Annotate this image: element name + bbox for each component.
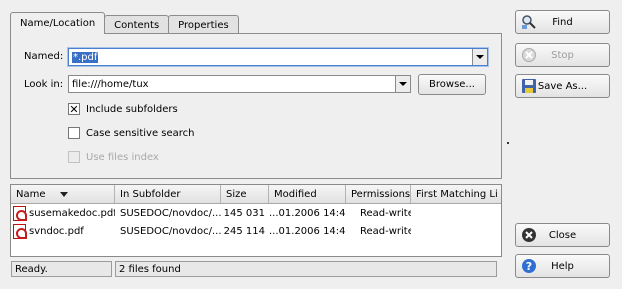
cell-modified: ...01.2006 14:43	[269, 225, 346, 237]
help-button-label: Help	[551, 260, 574, 272]
cell-modified: ...01.2006 14:43	[269, 207, 346, 219]
status-right: 2 files found	[115, 261, 497, 277]
checkbox-checked-icon: ✕	[68, 102, 80, 116]
find-icon	[521, 14, 537, 30]
close-button[interactable]: Close	[515, 223, 610, 247]
cell-folder: SUSEDOC/novdoc/...	[120, 225, 221, 237]
tab-bar: Name/Location Contents Properties	[10, 12, 239, 34]
file-name: susemakedoc.pdf	[29, 207, 115, 219]
tab-contents[interactable]: Contents	[104, 15, 170, 34]
chevron-down-icon	[476, 55, 484, 59]
column-in-subfolder[interactable]: In Subfolder	[115, 185, 221, 203]
file-name: svndoc.pdf	[29, 225, 84, 237]
column-name-label: Name	[16, 188, 46, 200]
save-as-button-label: Save As...	[537, 80, 588, 92]
cell-name: svndoc.pdf	[11, 222, 115, 240]
help-button[interactable]: ? Help	[515, 254, 610, 278]
cell-permissions: Read-write	[360, 225, 411, 237]
close-icon	[521, 227, 537, 243]
results-table[interactable]: Name In Subfolder Size Modified Permissi…	[10, 184, 502, 257]
chevron-down-icon	[399, 82, 407, 86]
named-dropdown-button[interactable]	[472, 49, 487, 65]
case-sensitive-label: Case sensitive search	[86, 127, 195, 139]
cell-folder: SUSEDOC/novdoc/...	[120, 207, 221, 219]
look-in-combobox[interactable]: file:///home/tux	[68, 75, 411, 93]
column-size[interactable]: Size	[221, 185, 269, 203]
use-files-index-label: Use files index	[86, 151, 159, 163]
named-input[interactable]: *.pdf	[69, 51, 472, 63]
save-icon	[521, 78, 537, 94]
column-name[interactable]: Name	[11, 185, 115, 203]
cell-name: susemakedoc.pdf	[11, 204, 115, 222]
browse-button-label: Browse...	[429, 79, 475, 90]
stop-button[interactable]: Stop	[515, 43, 610, 67]
save-as-button[interactable]: Save As...	[515, 74, 610, 98]
column-size-label: Size	[226, 188, 247, 200]
cell-match	[411, 222, 501, 240]
column-first-matching-line-label: First Matching Li	[416, 188, 498, 200]
cell-size: 245 114	[223, 225, 265, 237]
status-left: Ready.	[11, 261, 112, 277]
column-modified[interactable]: Modified	[269, 185, 346, 203]
help-icon: ?	[521, 258, 537, 274]
stop-button-label: Stop	[551, 49, 574, 61]
named-combobox[interactable]: *.pdf	[68, 48, 488, 66]
sort-descending-icon	[59, 191, 68, 197]
pdf-file-icon	[13, 223, 27, 239]
column-permissions-label: Permissions	[351, 188, 411, 200]
close-button-label: Close	[548, 229, 577, 241]
find-button[interactable]: Find	[515, 10, 610, 34]
cell-permissions: Read-write	[360, 207, 411, 219]
named-value: *.pdf	[72, 51, 99, 63]
find-button-label: Find	[552, 16, 573, 28]
look-in-input[interactable]: file:///home/tux	[69, 79, 395, 90]
named-label: Named:	[24, 51, 64, 62]
cell-size: 145 031	[223, 207, 265, 219]
browse-button[interactable]: Browse...	[418, 74, 486, 95]
column-permissions[interactable]: Permissions	[346, 185, 411, 203]
checkbox-disabled-icon	[68, 151, 80, 163]
case-sensitive-checkbox[interactable]: Case sensitive search	[68, 127, 195, 139]
column-in-subfolder-label: In Subfolder	[120, 188, 181, 200]
svg-text:?: ?	[526, 260, 532, 273]
include-subfolders-label: Include subfolders	[86, 103, 178, 115]
table-row[interactable]: svndoc.pdf SUSEDOC/novdoc/... 245 114 ..…	[11, 222, 501, 240]
pdf-file-icon	[13, 205, 27, 221]
tab-name-location[interactable]: Name/Location	[10, 12, 106, 34]
checkbox-unchecked-icon	[68, 127, 80, 139]
results-header: Name In Subfolder Size Modified Permissi…	[11, 185, 501, 204]
search-criteria-panel: Named: *.pdf Look in: file:///home/tux B…	[10, 33, 502, 179]
look-in-label: Look in:	[24, 79, 64, 90]
stop-icon	[521, 47, 537, 63]
column-first-matching-line[interactable]: First Matching Li	[411, 185, 501, 203]
column-modified-label: Modified	[274, 188, 317, 200]
table-row[interactable]: susemakedoc.pdf SUSEDOC/novdoc/... 145 0…	[11, 204, 501, 222]
look-in-dropdown-button[interactable]	[395, 76, 410, 92]
separator-dot	[507, 142, 509, 144]
tab-properties[interactable]: Properties	[168, 15, 239, 34]
use-files-index-checkbox[interactable]: Use files index	[68, 151, 159, 163]
cell-match	[411, 204, 501, 222]
include-subfolders-checkbox[interactable]: ✕ Include subfolders	[68, 103, 178, 115]
